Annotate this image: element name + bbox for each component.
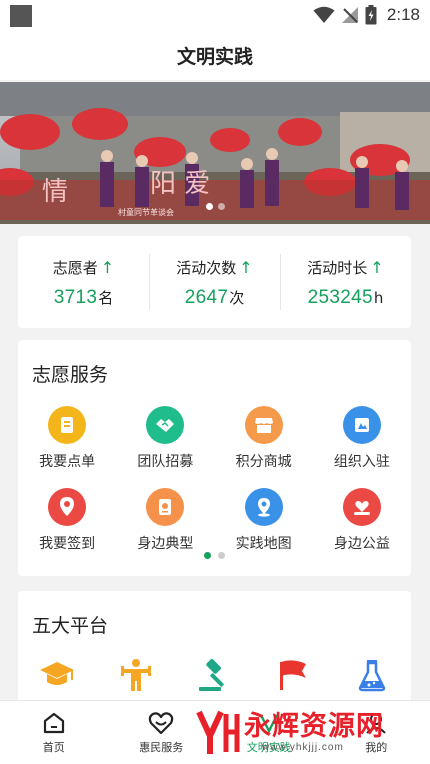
smile-heart-icon [149,712,174,735]
title-bar: 文明实践 [0,30,430,80]
map-marker-icon [244,488,283,526]
stat-unit: 次 [229,289,245,307]
service-label: 团队招募 [137,454,194,470]
tab-label: 首页 [42,741,65,754]
register-icon [342,406,381,444]
fitness-icon[interactable] [116,657,156,693]
volunteer-service-card: 志愿服务 我要点单 团队招募 积分商城 组织入驻 我要签到 身边典型 实践地图 … [18,340,411,576]
banner-pagination [0,203,430,210]
service-item-team-recruit[interactable]: 团队招募 [116,406,214,471]
practice-icon [259,714,278,734]
service-item-practice-map[interactable]: 实践地图 [215,488,313,553]
banner-dot[interactable] [205,203,213,210]
tab-services[interactable]: 惠民服务 [108,701,216,764]
tab-label: 文明实践 [246,741,291,754]
banner-text-2: 阳 爱 [150,169,210,199]
location-pin-icon [48,488,87,526]
stat-value: 253245 [307,287,373,308]
banner-carousel[interactable]: 情 阳 爱 村童同节革谈会 [0,82,430,224]
service-item-check-in[interactable]: 我要签到 [18,488,116,553]
page-dot[interactable] [218,552,225,559]
stat-unit: 名 [98,289,114,307]
five-platforms-card: 五大平台 [18,591,411,711]
stat-label: 活动次数 [176,259,237,277]
page-dot[interactable] [204,552,211,559]
banner-dot[interactable] [217,203,225,210]
service-label: 我要签到 [39,536,96,552]
arrow-up-icon: ↑ [370,258,384,277]
platform-row [18,657,411,693]
service-grid: 我要点单 团队招募 积分商城 组织入驻 我要签到 身边典型 实践地图 身边公益 [18,406,411,553]
service-pagination [18,552,411,559]
shop-icon [244,406,283,444]
battery-icon [365,5,377,25]
notification-icon [10,5,32,27]
charity-icon [342,488,381,526]
stat-volunteers: 志愿者 ↑ 3713 名 [18,236,149,328]
service-item-points-mall[interactable]: 积分商城 [215,406,313,471]
tab-civilization-practice[interactable]: 文明实践 [215,701,323,764]
arrow-up-icon: ↑ [239,258,253,277]
arrow-up-icon: ↑ [100,258,115,277]
home-icon [43,712,64,734]
service-item-typical-people[interactable]: 身边典型 [116,488,214,553]
service-label: 身边典型 [137,536,194,552]
status-bar: 2:18 [0,0,430,30]
service-item-charity[interactable]: 身边公益 [313,488,411,553]
graduation-cap-icon[interactable] [37,657,77,693]
order-icon [48,406,87,444]
section-title: 志愿服务 [32,364,109,386]
tab-label: 我的 [365,741,388,754]
user-icon [366,713,386,734]
service-label: 我要点单 [39,454,96,470]
flask-icon[interactable] [352,657,392,693]
service-label: 实践地图 [235,536,292,552]
service-label: 积分商城 [235,454,292,470]
stat-activity-count: 活动次数 ↑ 2647 次 [149,236,280,328]
status-icons: 2:18 [313,3,420,27]
page-title: 文明实践 [176,45,253,68]
stat-value: 2647 [184,287,229,308]
stat-value: 3713 [53,287,98,308]
tab-home[interactable]: 首页 [0,701,108,764]
status-time: 2:18 [386,5,420,24]
stat-activity-hours: 活动时长 ↑ 253245 h [280,236,411,328]
stats-card: 志愿者 ↑ 3713 名 活动次数 ↑ 2647 次 活动时长 ↑ 253245… [18,236,411,328]
service-label: 身边公益 [333,536,390,552]
flag-icon[interactable] [273,657,313,693]
gavel-icon[interactable] [194,657,234,693]
tab-profile[interactable]: 我的 [323,701,430,764]
section-title: 五大平台 [32,615,109,637]
tab-label: 惠民服务 [139,741,184,754]
service-label: 组织入驻 [333,454,390,470]
service-item-org-register[interactable]: 组织入驻 [313,406,411,471]
stat-label: 活动时长 [307,259,368,277]
certificate-icon [146,488,185,526]
no-signal-icon [341,7,358,23]
service-item-order[interactable]: 我要点单 [18,406,116,471]
wifi-icon [313,6,335,23]
handshake-icon [146,406,185,444]
stat-unit: h [373,289,384,307]
bottom-tab-bar: 首页 惠民服务 文明实践 我的 [0,700,430,764]
stat-label: 志愿者 [52,259,98,277]
